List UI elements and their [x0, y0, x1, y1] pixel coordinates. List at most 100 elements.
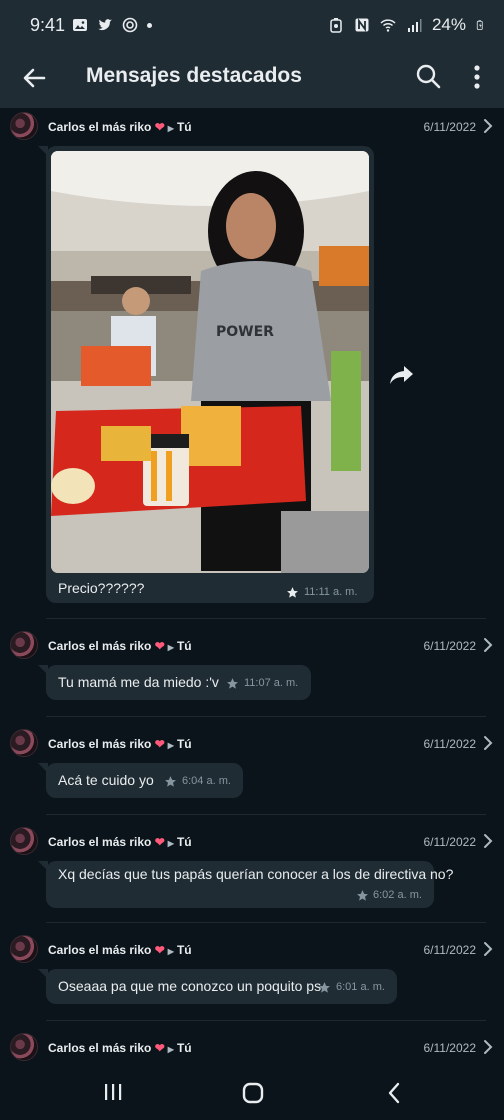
status-notification-icons — [72, 17, 152, 33]
message-bubble[interactable]: Tu mamá me da miedo :'v 11:07 a. m. — [38, 665, 311, 700]
message-photo[interactable]: POWER — [51, 151, 369, 573]
message-bubble[interactable]: Xq decías que tus papás querían conocer … — [38, 861, 453, 908]
message-header: Carlos el más riko ❤ ▶ Tú 6/11/2022 — [0, 823, 504, 863]
starred-message[interactable]: Carlos el más riko ❤ ▶ Tú 6/11/2022 — [0, 1029, 504, 1066]
recipient-name: Tú — [176, 737, 192, 751]
message-sender: Carlos el más riko ❤ ▶ Tú — [48, 835, 192, 849]
status-time: 9:41 — [30, 15, 66, 35]
recipient-name: Tú — [176, 1041, 192, 1055]
status-bar: 9:41 24% — [0, 0, 504, 52]
message-bubble[interactable]: Oseaaa pa que me conozco un poquito ps 6… — [38, 969, 397, 1004]
arrow-right-small-icon: ▶ — [167, 643, 174, 652]
avatar[interactable] — [10, 1033, 38, 1061]
bubble-tail — [38, 763, 48, 773]
chevron-right-icon[interactable] — [482, 833, 494, 849]
message-sender: Carlos el más riko ❤ ▶ Tú — [48, 1041, 192, 1055]
starred-message[interactable]: Carlos el más riko ❤ ▶ Tú 6/11/2022 Tu mam… — [0, 627, 504, 715]
chevron-right-icon[interactable] — [482, 941, 494, 957]
message-time: 11:11 a. m. — [304, 586, 358, 598]
divider — [46, 814, 486, 815]
star-icon — [357, 890, 368, 901]
heart-icon: ❤ — [154, 835, 165, 849]
sender-name: Carlos el más riko — [48, 737, 152, 751]
message-sender: Carlos el más riko ❤ ▶ Tú — [48, 120, 192, 134]
arrow-right-small-icon: ▶ — [167, 1045, 174, 1054]
message-sender: Carlos el más riko ❤ ▶ Tú — [48, 737, 192, 751]
bubble-tail — [38, 146, 48, 156]
star-icon — [319, 982, 330, 993]
page-title: Mensajes destacados — [86, 64, 302, 87]
arrow-right-small-icon: ▶ — [167, 839, 174, 848]
message-date: 6/11/2022 — [423, 639, 477, 653]
avatar[interactable] — [10, 729, 38, 757]
message-bubble[interactable]: POWER Precio?????? 11:11 a. m. — [38, 146, 374, 603]
arrow-right-small-icon: ▶ — [167, 947, 174, 956]
more-options-icon[interactable] — [466, 62, 488, 92]
bubble-tail — [38, 969, 48, 979]
message-date: 6/11/2022 — [423, 835, 477, 849]
sender-name: Carlos el más riko — [48, 1041, 152, 1055]
recipient-name: Tú — [176, 943, 192, 957]
message-text: Oseaaa pa que me conozco un poquito ps — [58, 978, 322, 994]
search-icon[interactable] — [414, 62, 442, 90]
recipient-name: Tú — [176, 835, 192, 849]
gallery-icon — [73, 19, 87, 31]
chevron-right-icon[interactable] — [482, 637, 494, 653]
starred-message[interactable]: Carlos el más riko ❤ ▶ Tú 6/11/2022 Xq dec… — [0, 823, 504, 928]
twitter-icon — [98, 19, 112, 31]
divider — [46, 618, 486, 619]
recipient-name: Tú — [176, 120, 192, 134]
message-header: Carlos el más riko ❤ ▶ Tú 6/11/2022 — [0, 725, 504, 765]
avatar[interactable] — [10, 827, 38, 855]
message-text: Acá te cuido yo — [58, 772, 154, 788]
arrow-right-small-icon: ▶ — [167, 124, 174, 133]
message-time: 11:07 a. m. — [244, 677, 299, 689]
heart-icon: ❤ — [154, 943, 165, 957]
recent-apps-icon[interactable] — [103, 1082, 123, 1102]
star-icon — [227, 678, 238, 689]
chevron-right-icon[interactable] — [482, 118, 494, 134]
threads-icon — [122, 17, 138, 33]
heart-icon: ❤ — [154, 639, 165, 653]
svg-text:POWER: POWER — [216, 324, 274, 340]
star-icon — [165, 776, 176, 787]
sender-name: Carlos el más riko — [48, 120, 152, 134]
message-header: Carlos el más riko ❤ ▶ Tú 6/11/2022 — [0, 1029, 504, 1069]
chevron-right-icon[interactable] — [482, 735, 494, 751]
avatar[interactable] — [10, 935, 38, 963]
sender-name: Carlos el más riko — [48, 943, 152, 957]
message-time: 6:04 a. m. — [182, 775, 231, 787]
message-text: Precio?????? — [58, 580, 145, 596]
recipient-name: Tú — [176, 639, 192, 653]
message-time: 6:01 a. m. — [336, 981, 385, 993]
message-sender: Carlos el más riko ❤ ▶ Tú — [48, 639, 192, 653]
starred-message[interactable]: Carlos el más riko ❤ ▶ Tú 6/11/2022 Acá te… — [0, 725, 504, 813]
forward-icon[interactable] — [388, 360, 416, 388]
status-system-icons: 24% — [328, 15, 486, 35]
battery-charging-icon — [476, 20, 483, 30]
heart-icon: ❤ — [154, 737, 165, 751]
signal-icon — [407, 19, 422, 32]
avatar[interactable] — [10, 631, 38, 659]
starred-message[interactable]: Carlos el más riko ❤ ▶ Tú 6/11/2022 — [0, 108, 504, 618]
alarm-icon — [330, 18, 342, 33]
message-date: 6/11/2022 — [423, 943, 477, 957]
message-date: 6/11/2022 — [423, 1041, 477, 1055]
message-text: Xq decías que tus papás querían conocer … — [58, 866, 454, 882]
arrow-right-small-icon: ▶ — [167, 741, 174, 750]
message-date: 6/11/2022 — [423, 120, 477, 134]
message-bubble[interactable]: Acá te cuido yo 6:04 a. m. — [38, 763, 243, 798]
message-date: 6/11/2022 — [423, 737, 477, 751]
avatar[interactable] — [10, 112, 38, 140]
message-sender: Carlos el más riko ❤ ▶ Tú — [48, 943, 192, 957]
divider — [46, 1020, 486, 1021]
heart-icon: ❤ — [154, 1041, 165, 1055]
heart-icon: ❤ — [154, 120, 165, 134]
starred-message[interactable]: Carlos el más riko ❤ ▶ Tú 6/11/2022 Oseaaa… — [0, 931, 504, 1019]
wifi-icon — [380, 19, 396, 32]
nav-back-icon[interactable] — [386, 1082, 402, 1104]
chevron-right-icon[interactable] — [482, 1039, 494, 1055]
bubble-tail — [38, 665, 48, 675]
back-arrow-icon[interactable] — [20, 64, 48, 92]
home-icon[interactable] — [242, 1082, 264, 1104]
